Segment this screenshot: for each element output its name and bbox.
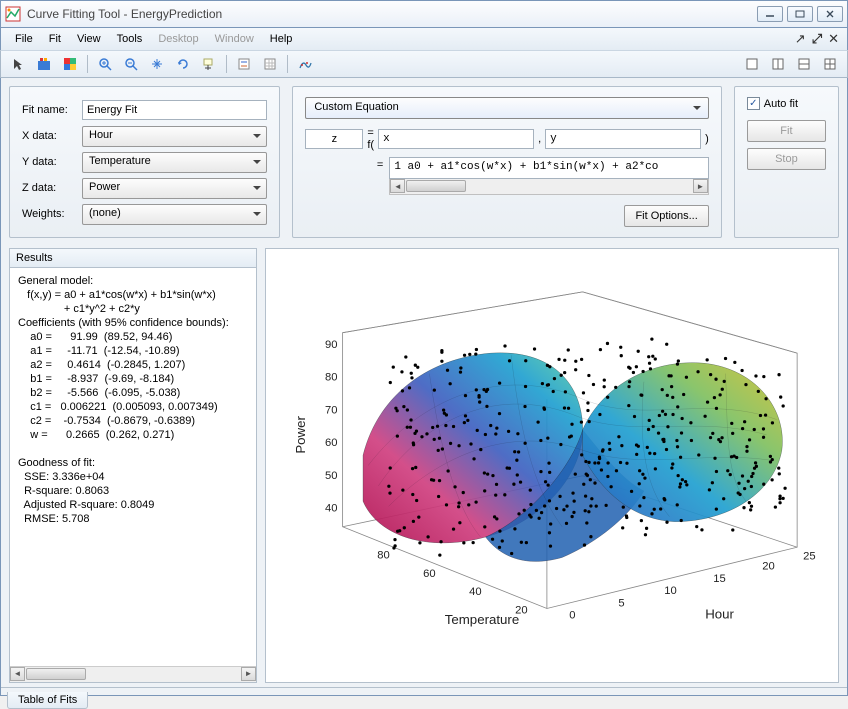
close-panel-icon[interactable]: ✕ xyxy=(826,31,841,47)
stop-button[interactable]: Stop xyxy=(747,148,826,170)
menu-fit[interactable]: Fit xyxy=(41,31,69,47)
svg-text:80: 80 xyxy=(325,372,337,384)
fit-button[interactable]: Fit xyxy=(747,120,826,142)
zdata-label: Z data: xyxy=(22,182,76,194)
results-title: Results xyxy=(9,248,257,267)
eq-comma: , xyxy=(538,133,541,145)
titlebar: Curve Fitting Tool - EnergyPrediction xyxy=(0,0,848,28)
palette-icon[interactable] xyxy=(59,53,81,75)
surface-plot[interactable]: 40 50 60 70 80 90 Power 0 5 10 15 20 25 xyxy=(265,248,839,683)
window-title: Curve Fitting Tool - EnergyPrediction xyxy=(27,7,757,21)
autofit-checkbox[interactable]: ✓Auto fit xyxy=(747,97,826,110)
svg-text:20: 20 xyxy=(762,561,774,573)
svg-text:50: 50 xyxy=(325,470,337,482)
svg-text:90: 90 xyxy=(325,339,337,351)
cursor-icon[interactable] xyxy=(7,53,29,75)
autofit-label: Auto fit xyxy=(764,98,798,110)
menu-window[interactable]: Window xyxy=(207,31,262,47)
xdata-select[interactable]: Hour xyxy=(82,126,267,147)
svg-text:10: 10 xyxy=(664,585,676,597)
app-icon xyxy=(5,6,21,22)
layout-single-icon[interactable] xyxy=(741,53,763,75)
formula-input[interactable]: 1 a0 + a1*cos(w*x) + b1*sin(w*x) + a2*co xyxy=(389,157,708,179)
menu-desktop[interactable]: Desktop xyxy=(150,31,206,47)
fitname-input[interactable] xyxy=(82,100,267,120)
results-text: General model: f(x,y) = a0 + a1*cos(w*x)… xyxy=(9,267,257,683)
fit-type-select[interactable]: Custom Equation xyxy=(305,97,708,119)
dock-arrow-icon[interactable]: ↗ xyxy=(793,31,808,47)
close-button[interactable] xyxy=(817,6,843,22)
ydata-label: Y data: xyxy=(22,156,76,168)
menu-file[interactable]: File xyxy=(7,31,41,47)
svg-text:25: 25 xyxy=(803,550,815,562)
equation-panel: Custom Equation = f( , ) = 1 a0 + a1*cos… xyxy=(292,86,721,238)
fit-control-panel: ✓Auto fit Fit Stop xyxy=(734,86,839,238)
svg-text:40: 40 xyxy=(325,502,337,514)
weights-select[interactable]: (none) xyxy=(82,204,267,225)
svg-text:15: 15 xyxy=(713,573,725,585)
maximize-button[interactable] xyxy=(787,6,813,22)
table-of-fits-tab[interactable]: Table of Fits xyxy=(7,692,88,709)
zoom-out-icon[interactable] xyxy=(120,53,142,75)
undock-icon[interactable]: ⤢ xyxy=(810,31,824,47)
zoom-in-icon[interactable] xyxy=(94,53,116,75)
menubar: File Fit View Tools Desktop Window Help … xyxy=(0,28,848,50)
xdata-label: X data: xyxy=(22,130,76,142)
svg-text:60: 60 xyxy=(325,437,337,449)
eq-equals: = xyxy=(305,151,389,171)
menu-view[interactable]: View xyxy=(69,31,109,47)
y-axis-label: Temperature xyxy=(445,612,519,627)
minimize-button[interactable] xyxy=(757,6,783,22)
invar1-input[interactable] xyxy=(378,129,534,149)
z-axis-label: Power xyxy=(293,415,308,453)
svg-text:70: 70 xyxy=(325,404,337,416)
layout-hsplit-icon[interactable] xyxy=(767,53,789,75)
layout-quad-icon[interactable] xyxy=(819,53,841,75)
results-scrollbar[interactable]: ◄► xyxy=(10,666,256,682)
legend-icon[interactable] xyxy=(233,53,255,75)
svg-text:5: 5 xyxy=(618,597,624,609)
data-panel: Fit name: X data: Hour Y data: Temperature… xyxy=(9,86,280,238)
svg-text:40: 40 xyxy=(469,586,481,598)
grid-icon[interactable] xyxy=(259,53,281,75)
svg-text:0: 0 xyxy=(569,610,575,622)
rotate-icon[interactable] xyxy=(172,53,194,75)
weights-label: Weights: xyxy=(22,208,76,220)
eq-fsuffix: ) xyxy=(705,133,709,145)
formula-scrollbar[interactable]: ◄► xyxy=(389,179,708,195)
svg-text:80: 80 xyxy=(377,549,389,561)
main-area: Fit name: X data: Hour Y data: Temperature… xyxy=(0,78,848,696)
invar2-input[interactable] xyxy=(545,129,701,149)
menu-tools[interactable]: Tools xyxy=(109,31,151,47)
toolbar xyxy=(0,50,848,78)
residuals-icon[interactable] xyxy=(294,53,316,75)
fit-options-button[interactable]: Fit Options... xyxy=(624,205,708,227)
results-panel: Results General model: f(x,y) = a0 + a1*… xyxy=(9,248,257,683)
layout-vsplit-icon[interactable] xyxy=(793,53,815,75)
ydata-select[interactable]: Temperature xyxy=(82,152,267,173)
new-fit-icon[interactable] xyxy=(33,53,55,75)
menu-help[interactable]: Help xyxy=(262,31,301,47)
data-cursor-icon[interactable] xyxy=(198,53,220,75)
outvar-input[interactable] xyxy=(305,129,363,149)
pan-icon[interactable] xyxy=(146,53,168,75)
zdata-select[interactable]: Power xyxy=(82,178,267,199)
x-axis-label: Hour xyxy=(705,607,734,622)
fitname-label: Fit name: xyxy=(22,104,76,116)
eq-fprefix: = f( xyxy=(367,127,374,151)
svg-text:60: 60 xyxy=(423,568,435,580)
